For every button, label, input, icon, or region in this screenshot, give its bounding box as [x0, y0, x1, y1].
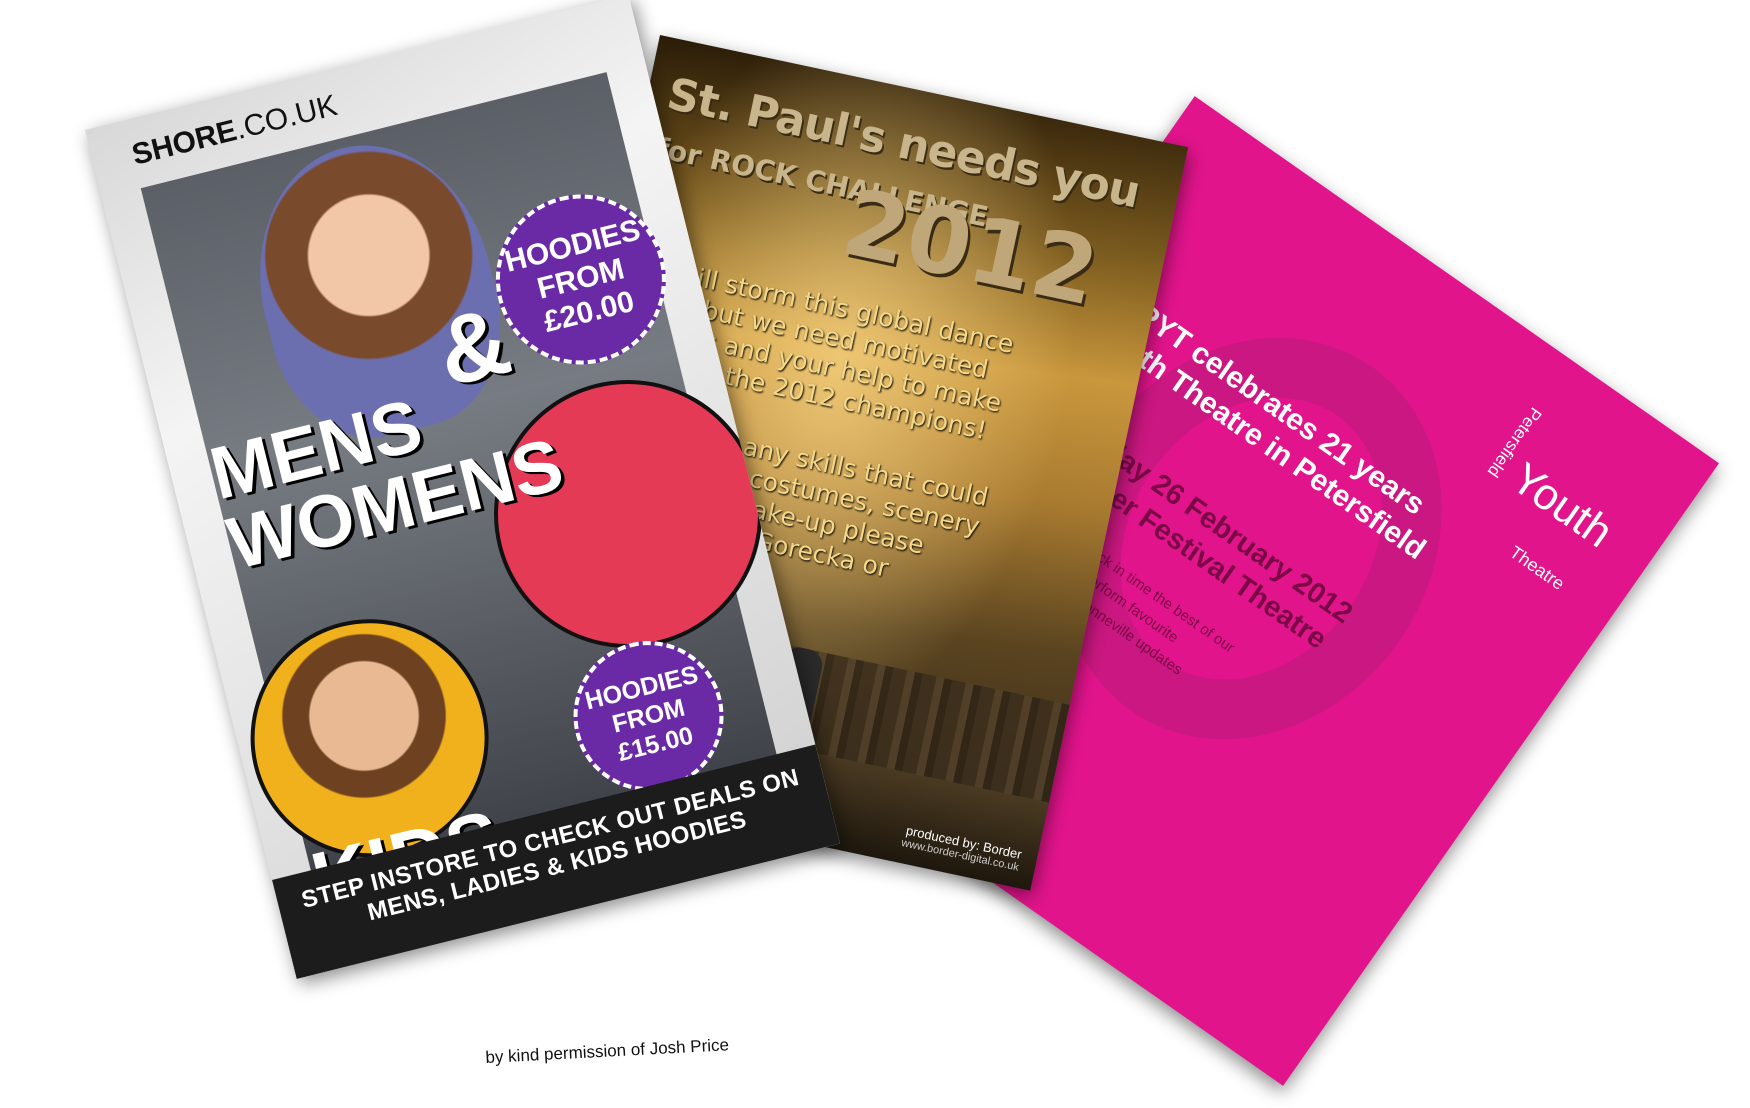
permission-caption: by kind permission of Josh Price: [485, 1035, 730, 1067]
shore-logo-suffix: .CO.UK: [232, 88, 341, 146]
logo-line-youth: Youth: [1502, 453, 1622, 558]
logo-line-theatre: Theatre: [1505, 541, 1569, 594]
badge-adult-text: HOODIES FROM £20.00: [501, 213, 644, 340]
badge-kids-text: HOODIES FROM £15.00: [582, 659, 701, 767]
pyt-logo: Petersfield Youth Theatre: [1426, 403, 1652, 636]
shore-logo-main: SHORE: [128, 113, 241, 172]
